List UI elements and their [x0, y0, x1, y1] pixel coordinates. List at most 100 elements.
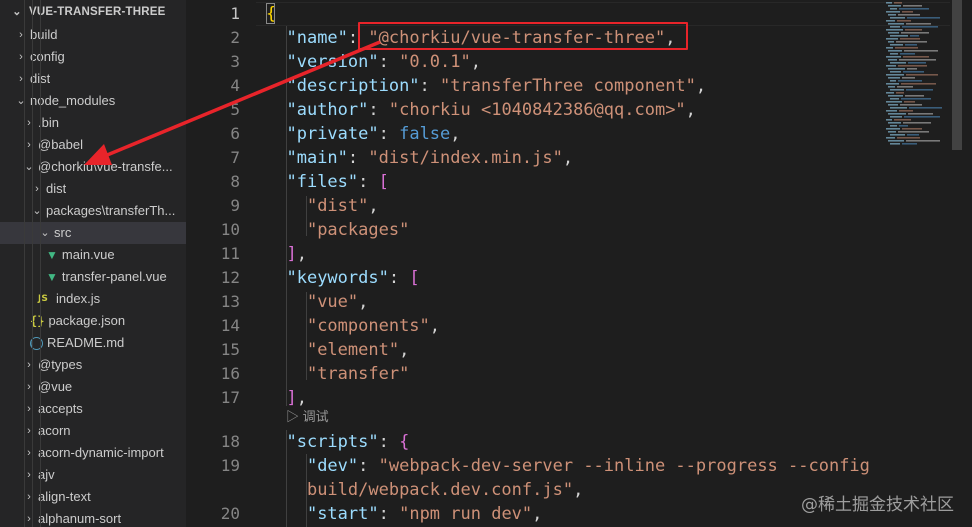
minimap-line [890, 53, 898, 55]
tree-item[interactable]: › align-text [0, 486, 186, 508]
minimap-line [886, 92, 894, 94]
code-line[interactable]: "private": false, [266, 122, 460, 146]
code-line[interactable]: "description": "transferThree component"… [266, 74, 706, 98]
code-token: [ [378, 172, 389, 192]
minimap-line [898, 14, 920, 16]
vertical-scrollbar[interactable] [950, 0, 964, 527]
tree-item[interactable]: ›dist [0, 178, 186, 200]
code-token: "files" [286, 172, 359, 192]
code-token: { [399, 432, 410, 452]
line-number: 20 [220, 504, 240, 523]
code-line[interactable]: "element", [266, 338, 409, 362]
explorer-root-header[interactable]: ⌄ VUE-TRANSFER-THREE [0, 0, 186, 24]
tree-item[interactable]: › config [0, 46, 186, 68]
code-token: "main" [286, 148, 348, 168]
annotation-highlight-box [358, 22, 688, 50]
code-line[interactable]: "start": "npm run dev", [266, 502, 542, 526]
code-token: "element" [306, 340, 400, 360]
tree-item[interactable]: ⌄ src [0, 222, 186, 244]
line-number: 12 [220, 268, 240, 287]
code-line[interactable]: build/webpack.dev.conf.js", [266, 478, 583, 502]
code-line[interactable]: "version": "0.0.1", [266, 50, 481, 74]
tree-item[interactable]: › ajv [0, 464, 186, 486]
code-line[interactable]: "dist", [266, 194, 379, 218]
minimap-line [890, 125, 897, 127]
tree-item[interactable]: › .bin [0, 112, 186, 134]
line-number: 11 [220, 244, 240, 263]
code-line[interactable]: "main": "dist/index.min.js", [266, 146, 573, 170]
tree-item[interactable]: JS index.js [0, 288, 186, 310]
tree-item[interactable]: › accepts [0, 398, 186, 420]
minimap-line [890, 98, 899, 100]
code-line[interactable]: "vue", [266, 290, 368, 314]
vue-file-icon: ▼ [46, 270, 58, 284]
code-token: false [399, 124, 451, 144]
code-token: "0.0.1" [399, 52, 471, 72]
minimap-line [886, 2, 892, 4]
tree-item-label: .bin [38, 115, 59, 130]
tree-item[interactable]: › acorn-dynamic-import [0, 442, 186, 464]
minimap-line [907, 17, 940, 19]
minimap-line [886, 38, 898, 40]
code-token: : [388, 268, 410, 288]
code-line[interactable]: "packages" [266, 218, 409, 242]
tree-item-label: package.json [48, 313, 126, 328]
tree-item[interactable]: › build [0, 24, 186, 46]
tree-item[interactable]: ⌄ @chorkiu\vue-transfe... [0, 156, 186, 178]
tree-item[interactable]: › @types [0, 354, 186, 376]
minimap-line [902, 26, 938, 28]
code-token: : [378, 52, 400, 72]
line-number: 1 [230, 4, 240, 23]
tree-item[interactable]: ›dist [0, 68, 186, 90]
minimap-line [888, 122, 901, 124]
line-number [186, 478, 240, 502]
code-line[interactable]: "keywords": [ [266, 266, 419, 290]
code-line[interactable]: "files": [ [266, 170, 389, 194]
code-token: "dist/index.min.js" [368, 148, 563, 168]
tree-item-label: @vue [38, 379, 73, 394]
code-token: "keywords" [286, 268, 389, 288]
code-token: "dev" [306, 456, 359, 476]
tree-indent-guide [32, 0, 33, 527]
tree-item[interactable]: ⌄ packages\transferTh... [0, 200, 186, 222]
minimap-line [894, 119, 911, 121]
minimap[interactable] [884, 0, 952, 160]
tree-item[interactable]: iREADME.md [0, 332, 186, 354]
tree-item[interactable]: {} package.json [0, 310, 186, 332]
minimap-line [886, 137, 895, 139]
minimap-line [888, 95, 903, 97]
chevron-right-icon: › [19, 73, 23, 85]
code-line[interactable]: "scripts": { [266, 430, 409, 454]
code-line[interactable]: "components", [266, 314, 440, 338]
line-number: 13 [220, 292, 240, 311]
minimap-line [908, 62, 926, 64]
debug-codelens[interactable]: ▷ 调试 [286, 407, 329, 427]
tree-item[interactable]: › @babel [0, 134, 186, 156]
minimap-line [904, 101, 915, 103]
code-token: : [347, 148, 369, 168]
tree-item[interactable]: ▼ transfer-panel.vue [0, 266, 186, 288]
tree-item[interactable]: › alphanum-sort [0, 508, 186, 527]
code-token: , [532, 504, 543, 524]
line-number: 2 [230, 28, 240, 47]
code-line[interactable]: "transfer" [266, 362, 409, 386]
code-line[interactable]: "author": "chorkiu <1040842386@qq.com>", [266, 98, 695, 122]
tree-item[interactable]: › @vue [0, 376, 186, 398]
explorer-title: VUE-TRANSFER-THREE [29, 6, 166, 18]
minimap-line [890, 8, 897, 10]
tree-item[interactable]: › acorn [0, 420, 186, 442]
tree-item[interactable]: ▼ main.vue [0, 244, 186, 266]
tree-item[interactable]: ⌄ node_modules [0, 90, 186, 112]
code-line[interactable]: "dev": "webpack-dev-server --inline --pr… [266, 454, 870, 478]
code-editor[interactable]: 1 2 3 4 5 6 7 8 9 10 11 12 13 14 15 16 17 18 19 20 { "name"… [186, 0, 972, 527]
line-number: 8 [230, 172, 240, 191]
scrollbar-thumb[interactable] [952, 0, 962, 150]
minimap-line [905, 95, 924, 97]
minimap-line [894, 2, 902, 4]
tree-item-label: index.js [56, 291, 101, 306]
minimap-line [888, 59, 897, 61]
